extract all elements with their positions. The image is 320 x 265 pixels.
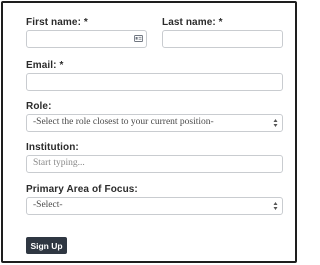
- email-input[interactable]: [26, 73, 283, 91]
- institution-label: Institution:: [26, 142, 79, 153]
- focus-label: Primary Area of Focus:: [26, 184, 138, 195]
- last-name-input[interactable]: [162, 30, 283, 48]
- focus-select[interactable]: -Select-: [26, 197, 283, 215]
- contact-card-icon: [134, 35, 143, 42]
- institution-placeholder: Start typing...: [33, 158, 85, 168]
- institution-input[interactable]: Start typing...: [26, 155, 283, 173]
- role-label: Role:: [26, 101, 52, 112]
- email-label: Email: *: [26, 60, 64, 71]
- first-name-label: First name: *: [26, 17, 88, 28]
- sort-caret-icon: [273, 119, 278, 127]
- sign-up-button[interactable]: Sign Up: [26, 237, 67, 254]
- first-name-input[interactable]: [26, 30, 147, 48]
- last-name-label: Last name: *: [162, 17, 223, 28]
- sort-caret-icon: [273, 202, 278, 210]
- focus-selected-value: -Select-: [33, 200, 63, 210]
- role-select[interactable]: -Select the role closest to your current…: [26, 114, 283, 132]
- role-selected-value: -Select the role closest to your current…: [33, 117, 214, 127]
